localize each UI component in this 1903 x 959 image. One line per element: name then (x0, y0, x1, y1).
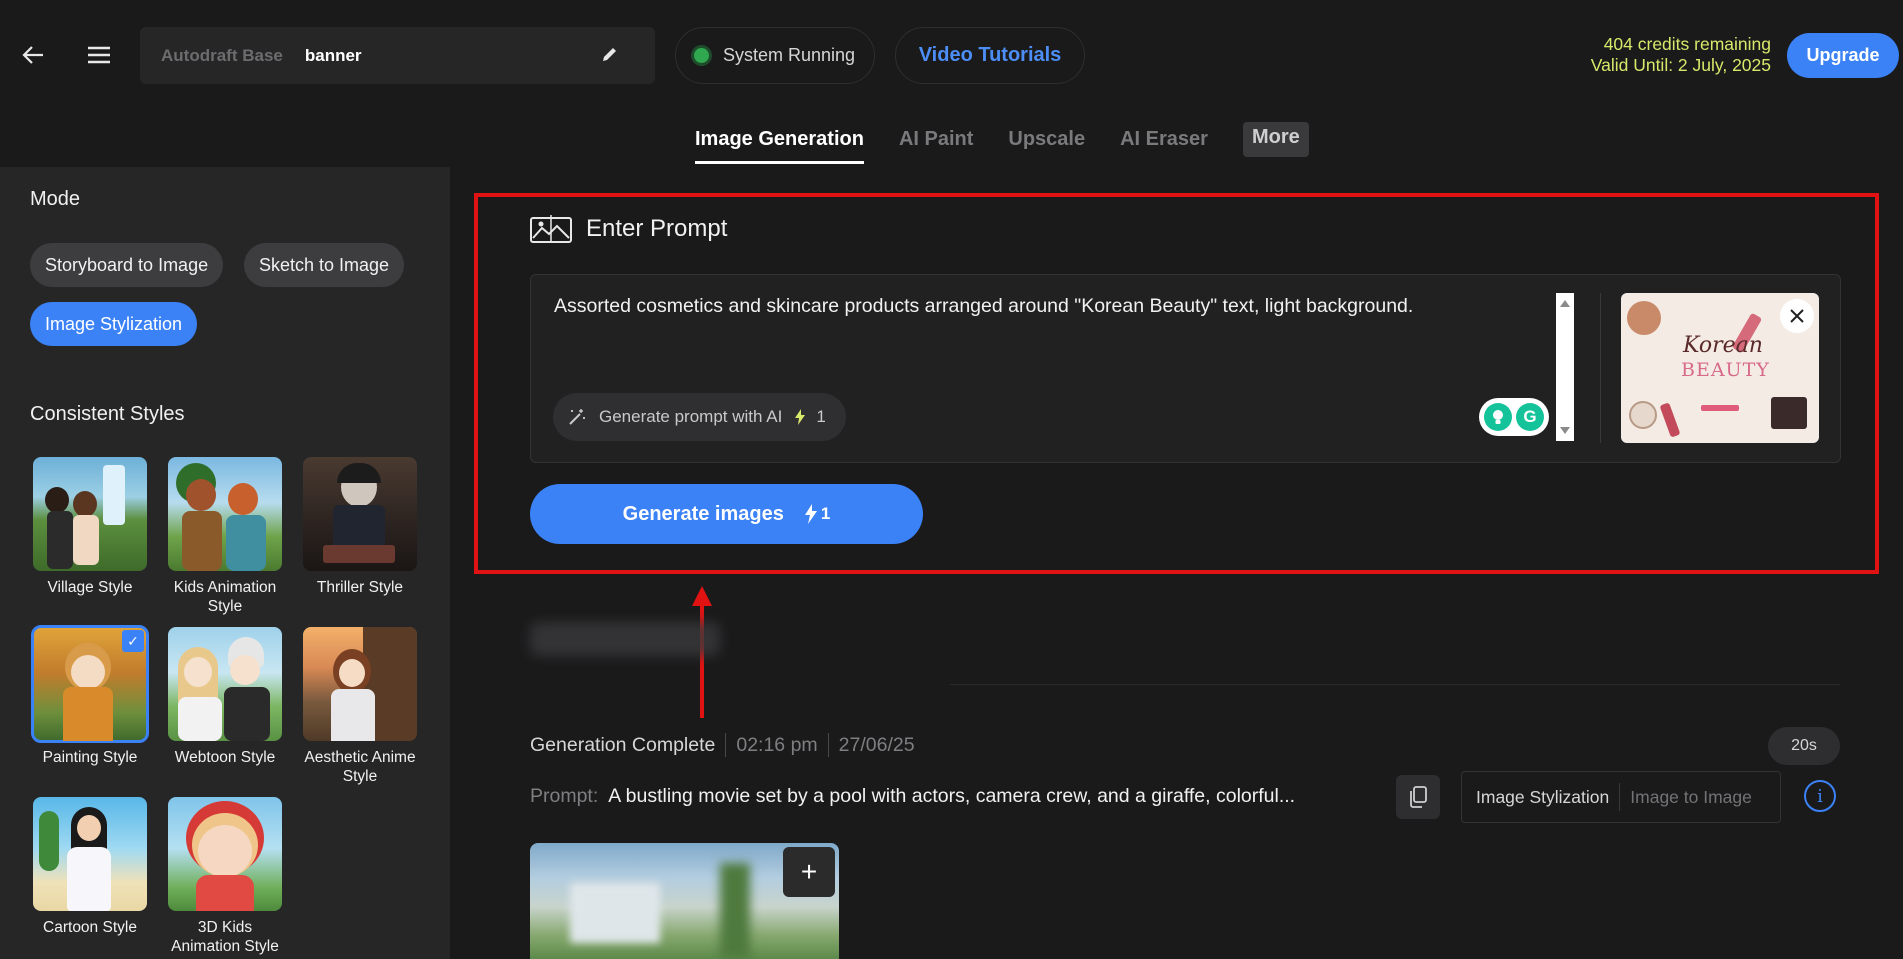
pencil-icon[interactable] (601, 45, 619, 68)
generation-status: Generation Complete 02:16 pm 27/06/25 (530, 733, 915, 757)
prompt-scrollbar[interactable] (1556, 293, 1574, 441)
upgrade-button[interactable]: Upgrade (1787, 33, 1899, 78)
tab-ai-paint[interactable]: AI Paint (899, 120, 973, 164)
mode-sketch-to-image[interactable]: Sketch to Image (244, 243, 405, 287)
generate-prompt-label: Generate prompt with AI (599, 407, 783, 426)
reference-image-text-korean: Korean (1683, 333, 1763, 358)
tab-ai-eraser[interactable]: AI Eraser (1120, 120, 1208, 164)
style-cartoon[interactable]: Cartoon Style (33, 797, 147, 937)
grammarly-g-icon[interactable]: G (1516, 403, 1544, 431)
prompt-title: Enter Prompt (586, 215, 728, 242)
grammarly-bulb-icon[interactable] (1484, 403, 1512, 431)
result-prompt-text: A bustling movie set by a pool with acto… (608, 785, 1296, 807)
mode-tag-image-to-image: Image to Image (1630, 786, 1752, 807)
style-thumbnail (168, 457, 282, 571)
check-icon: ✓ (122, 630, 144, 652)
style-label: Aesthetic Anime Style (304, 749, 416, 785)
system-status: System Running (675, 27, 875, 84)
style-thumbnail (303, 627, 417, 741)
reference-image: Korean BEAUTY (1621, 293, 1819, 443)
tab-upscale[interactable]: Upscale (1008, 120, 1085, 164)
sidebar: Mode Storyboard to Image Sketch to Image… (0, 167, 450, 959)
tool-tabs: Image Generation AI Paint Upscale AI Era… (695, 120, 1344, 165)
lightning-icon (794, 409, 806, 425)
result-prompt-label: Prompt: (530, 785, 599, 807)
copy-icon[interactable] (1396, 775, 1440, 819)
generation-date: 27/06/25 (838, 733, 915, 756)
divider (1600, 293, 1601, 443)
generate-images-button[interactable]: Generate images 1 (530, 484, 923, 544)
separator (725, 733, 727, 757)
style-thumbnail (168, 797, 282, 911)
blurred-section-heading (530, 622, 720, 656)
result-prompt: Prompt: A bustling movie set by a pool wi… (530, 785, 1295, 808)
project-selector[interactable]: Autodraft Base banner (140, 27, 655, 84)
lightning-icon (804, 504, 818, 524)
style-label: Painting Style (42, 749, 138, 766)
info-icon[interactable]: i (1804, 780, 1836, 812)
duration-badge: 20s (1768, 727, 1840, 765)
style-thumbnail (33, 457, 147, 571)
generate-images-label: Generate images (622, 502, 784, 525)
status-text: System Running (723, 45, 856, 65)
style-webtoon[interactable]: Webtoon Style (168, 627, 282, 767)
style-label: Thriller Style (316, 579, 404, 596)
prompt-box: Assorted cosmetics and skincare products… (530, 274, 1841, 463)
video-tutorials-button[interactable]: Video Tutorials (895, 27, 1085, 84)
style-label: Webtoon Style (174, 749, 276, 766)
style-label: 3D Kids Animation Style (171, 919, 279, 955)
divider (950, 684, 1840, 685)
prompt-header: Enter Prompt (530, 214, 727, 244)
style-thriller[interactable]: Thriller Style (303, 457, 417, 597)
project-base-label: Autodraft Base (161, 45, 283, 65)
style-3d-kids-animation[interactable]: 3D Kids Animation Style (168, 797, 282, 956)
top-bar: Autodraft Base banner System Running Vid… (0, 0, 1903, 110)
tab-more[interactable]: More (1242, 122, 1309, 157)
generate-images-cost: 1 (820, 504, 831, 523)
result-mode-tags: Image Stylization Image to Image (1461, 771, 1781, 823)
style-thumbnail: ✓ (31, 625, 149, 743)
back-arrow-icon[interactable] (18, 40, 48, 70)
mode-tag-image-stylization: Image Stylization (1462, 783, 1621, 811)
mode-title: Mode (30, 188, 81, 210)
generate-prompt-cost: 1 (816, 407, 826, 426)
credits-info: 404 credits remaining Valid Until: 2 Jul… (1591, 34, 1771, 76)
reference-image-text-beauty: BEAUTY (1681, 359, 1770, 381)
style-thumbnail (168, 627, 282, 741)
add-icon[interactable]: + (783, 847, 835, 897)
style-label: Kids Animation Style (173, 579, 277, 615)
generation-time: 02:16 pm (736, 733, 818, 756)
close-icon[interactable] (1780, 299, 1814, 333)
tab-image-generation[interactable]: Image Generation (695, 120, 864, 164)
style-label: Cartoon Style (43, 919, 137, 936)
generate-prompt-ai-button[interactable]: Generate prompt with AI 1 (553, 393, 846, 441)
style-label: Village Style (47, 579, 133, 596)
credits-valid-until: Valid Until: 2 July, 2025 (1590, 55, 1771, 75)
style-painting[interactable]: ✓ Painting Style (31, 625, 149, 767)
mode-image-stylization[interactable]: Image Stylization (30, 302, 198, 346)
project-name: banner (304, 45, 362, 65)
style-thumbnail (303, 457, 417, 571)
status-dot-icon (694, 48, 709, 63)
separator (827, 733, 829, 757)
magic-wand-icon (567, 407, 587, 427)
mode-storyboard-to-image[interactable]: Storyboard to Image (30, 243, 224, 287)
style-village[interactable]: Village Style (33, 457, 147, 597)
grammarly-widget[interactable]: G (1479, 398, 1549, 436)
credits-remaining: 404 credits remaining (1603, 34, 1771, 54)
menu-icon[interactable] (84, 40, 114, 70)
result-image[interactable]: + (530, 843, 839, 959)
style-aesthetic-anime[interactable]: Aesthetic Anime Style (303, 627, 417, 786)
style-thumbnail (33, 797, 147, 911)
consistent-styles-title: Consistent Styles (30, 403, 185, 425)
prompt-textarea[interactable]: Assorted cosmetics and skincare products… (554, 295, 1554, 318)
generation-status-text: Generation Complete (530, 733, 716, 756)
image-icon (530, 214, 572, 244)
style-kids-animation[interactable]: Kids Animation Style (168, 457, 282, 616)
